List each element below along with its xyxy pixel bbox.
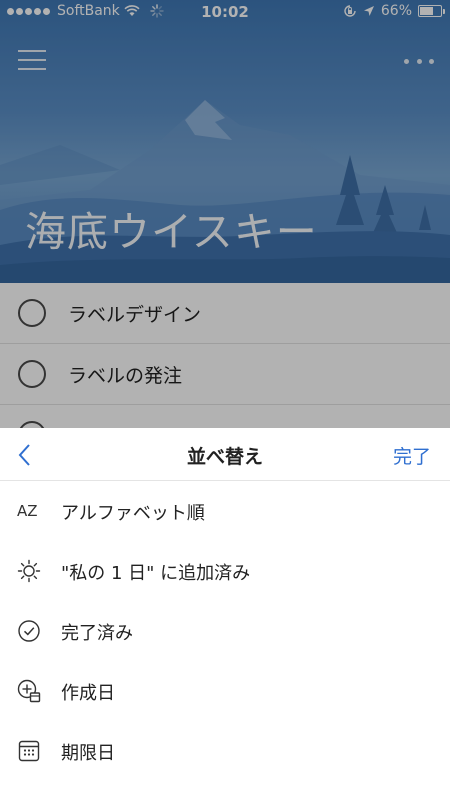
sort-option-label: 完了済み (61, 623, 133, 644)
calendar-icon (18, 740, 40, 762)
sort-sheet-header: 並べ替え 完了 (0, 428, 450, 481)
sort-option-my-day[interactable]: "私の 1 日" に追加済み (0, 541, 450, 601)
sort-options-list: AZ アルファベット順 "私の 1 日" に追加済み 完了済み 作成日 期限日 (0, 481, 450, 781)
alphabetical-sort-icon: AZ (17, 502, 38, 520)
sort-option-alphabetical[interactable]: AZ アルファベット順 (0, 481, 450, 541)
sort-option-completed[interactable]: 完了済み (0, 601, 450, 661)
sun-icon (17, 559, 41, 583)
sort-option-label: アルファベット順 (61, 503, 205, 524)
sort-option-due-date[interactable]: 期限日 (0, 721, 450, 781)
add-date-icon (17, 679, 41, 703)
check-circle-icon (18, 620, 40, 642)
sort-sheet: 並べ替え 完了 AZ アルファベット順 "私の 1 日" に追加済み 完了済み … (0, 428, 450, 800)
sort-option-label: 期限日 (61, 743, 115, 764)
sort-option-label: 作成日 (61, 683, 115, 704)
sort-sheet-title: 並べ替え (186, 446, 263, 468)
sort-option-created-date[interactable]: 作成日 (0, 661, 450, 721)
sort-option-label: "私の 1 日" に追加済み (61, 563, 251, 584)
done-button[interactable]: 完了 (393, 442, 431, 469)
